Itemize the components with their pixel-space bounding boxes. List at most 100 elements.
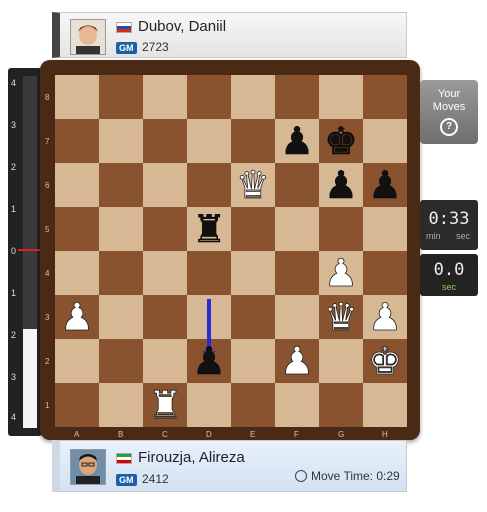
square-h5[interactable] xyxy=(363,207,407,251)
square-f8[interactable] xyxy=(275,75,319,119)
top-player-avatar xyxy=(70,19,106,55)
eval-tick: 1 xyxy=(11,288,17,298)
iran-flag-icon xyxy=(116,453,132,464)
square-c6[interactable] xyxy=(143,163,187,207)
square-d1[interactable] xyxy=(187,383,231,427)
square-h1[interactable] xyxy=(363,383,407,427)
black-king-g7[interactable]: ♚ xyxy=(324,119,358,163)
clock-unit-sec: sec xyxy=(456,231,471,241)
clock-time: 0:33 xyxy=(428,209,470,229)
square-d4[interactable] xyxy=(187,251,231,295)
square-b6[interactable] xyxy=(99,163,143,207)
square-g1[interactable] xyxy=(319,383,363,427)
white-queen-e6[interactable]: ♛ xyxy=(236,163,271,208)
white-pawn-f2[interactable]: ♟ xyxy=(280,339,315,384)
file-label-e: E xyxy=(250,430,256,439)
russia-flag-icon xyxy=(116,22,132,33)
square-a6[interactable] xyxy=(55,163,99,207)
square-f1[interactable] xyxy=(275,383,319,427)
black-rook-d5[interactable]: ♜ xyxy=(192,207,226,251)
bottom-player-avatar xyxy=(70,449,106,485)
eval-tick: 3 xyxy=(11,372,17,382)
white-pawn-a3[interactable]: ♟ xyxy=(60,295,95,340)
square-g5[interactable] xyxy=(319,207,363,251)
square-a5[interactable] xyxy=(55,207,99,251)
file-label-f: F xyxy=(294,430,299,439)
square-e1[interactable] xyxy=(231,383,275,427)
square-b1[interactable] xyxy=(99,383,143,427)
file-label-h: H xyxy=(382,430,388,439)
top-player-name[interactable]: Dubov, Daniil xyxy=(138,18,226,35)
square-a7[interactable] xyxy=(55,119,99,163)
white-pawn-g4[interactable]: ♟ xyxy=(324,251,359,296)
square-h7[interactable] xyxy=(363,119,407,163)
square-d6[interactable] xyxy=(187,163,231,207)
square-a4[interactable] xyxy=(55,251,99,295)
move-seconds-value: 0.0 xyxy=(433,260,465,280)
black-pawn-h6[interactable]: ♟ xyxy=(368,163,402,207)
square-b4[interactable] xyxy=(99,251,143,295)
square-f5[interactable] xyxy=(275,207,319,251)
white-king-h2[interactable]: ♚ xyxy=(368,339,403,384)
eval-tick: 3 xyxy=(11,120,17,130)
black-pawn-f7[interactable]: ♟ xyxy=(280,119,314,163)
square-c3[interactable] xyxy=(143,295,187,339)
chess-board[interactable]: ♟ ♚♛ ♟ ♟♜♟♟ ♛ ♟♟ ♟ ♚♜ xyxy=(55,75,407,427)
file-label-a: A xyxy=(74,430,80,439)
bottom-player-bar: Firouzja, Alireza GM 2412 Move Time: 0:2… xyxy=(52,440,407,492)
square-e3[interactable] xyxy=(231,295,275,339)
game-clock: 0:33 min sec xyxy=(420,200,478,250)
help-icon: ? xyxy=(440,118,458,136)
square-d7[interactable] xyxy=(187,119,231,163)
square-f3[interactable] xyxy=(275,295,319,339)
file-label-d: D xyxy=(206,430,212,439)
eval-tick: 4 xyxy=(11,78,17,88)
eval-tick: 1 xyxy=(11,204,17,214)
square-f6[interactable] xyxy=(275,163,319,207)
your-moves-button[interactable]: Your Moves ? xyxy=(420,80,478,144)
square-g2[interactable] xyxy=(319,339,363,383)
square-e8[interactable] xyxy=(231,75,275,119)
square-h8[interactable] xyxy=(363,75,407,119)
black-pawn-d2[interactable]: ♟ xyxy=(192,339,226,383)
white-queen-g3[interactable]: ♛ xyxy=(324,295,359,340)
square-c5[interactable] xyxy=(143,207,187,251)
rank-label-6: 6 xyxy=(45,181,50,190)
white-rook-c1[interactable]: ♜ xyxy=(148,383,183,427)
square-c7[interactable] xyxy=(143,119,187,163)
square-e4[interactable] xyxy=(231,251,275,295)
evaluation-fill xyxy=(23,329,37,428)
square-b3[interactable] xyxy=(99,295,143,339)
rank-label-7: 7 xyxy=(45,137,50,146)
rank-label-3: 3 xyxy=(45,313,50,322)
white-pawn-h3[interactable]: ♟ xyxy=(368,295,403,340)
square-c4[interactable] xyxy=(143,251,187,295)
bottom-player-title-badge: GM xyxy=(116,474,137,486)
square-b5[interactable] xyxy=(99,207,143,251)
your-moves-label-line1: Your xyxy=(437,88,461,100)
square-g8[interactable] xyxy=(319,75,363,119)
square-a8[interactable] xyxy=(55,75,99,119)
square-e2[interactable] xyxy=(231,339,275,383)
black-pawn-g6[interactable]: ♟ xyxy=(324,163,358,207)
square-a2[interactable] xyxy=(55,339,99,383)
file-label-c: C xyxy=(162,430,168,439)
square-e7[interactable] xyxy=(231,119,275,163)
eval-tick: 2 xyxy=(11,330,17,340)
square-a1[interactable] xyxy=(55,383,99,427)
square-b8[interactable] xyxy=(99,75,143,119)
square-h4[interactable] xyxy=(363,251,407,295)
square-c8[interactable] xyxy=(143,75,187,119)
square-d8[interactable] xyxy=(187,75,231,119)
file-label-b: B xyxy=(118,430,124,439)
rank-label-5: 5 xyxy=(45,225,50,234)
square-e5[interactable] xyxy=(231,207,275,251)
move-time: Move Time: 0:29 xyxy=(295,469,400,483)
square-c2[interactable] xyxy=(143,339,187,383)
square-b2[interactable] xyxy=(99,339,143,383)
eval-tick: 2 xyxy=(11,162,17,172)
square-f4[interactable] xyxy=(275,251,319,295)
rank-label-8: 8 xyxy=(45,93,50,102)
bottom-player-name[interactable]: Firouzja, Alireza xyxy=(138,449,245,466)
square-b7[interactable] xyxy=(99,119,143,163)
